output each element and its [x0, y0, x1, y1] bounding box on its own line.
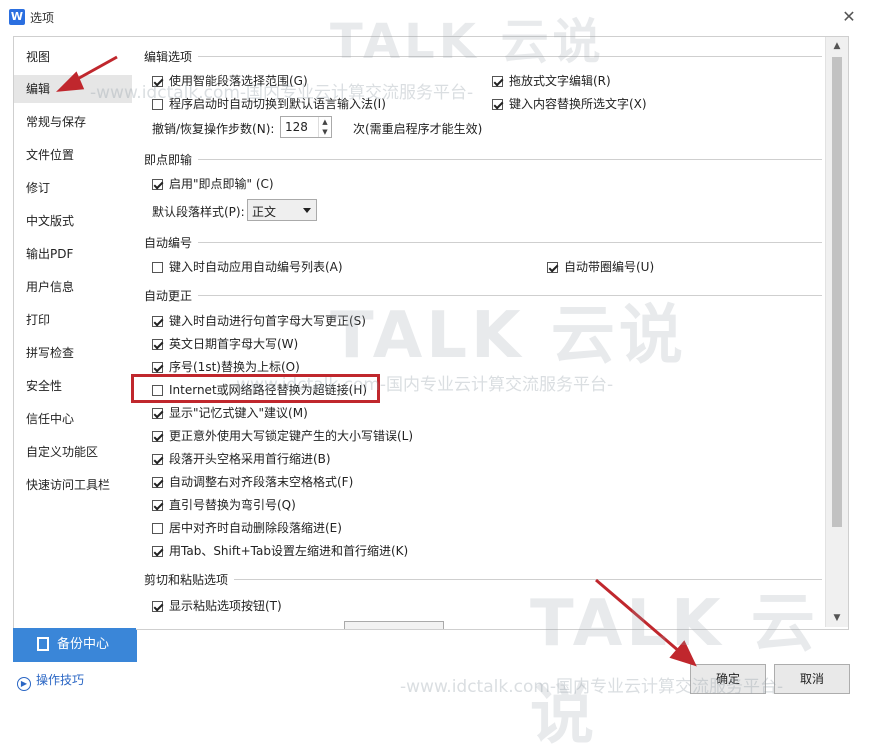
ok-button[interactable]: 确定 — [690, 664, 766, 694]
checkbox[interactable] — [152, 523, 163, 534]
default-style-label: 默认段落样式(P): — [152, 205, 245, 219]
chevron-down-icon — [303, 208, 311, 213]
undo-steps-spinner[interactable]: 128 ▲ ▼ — [280, 116, 332, 138]
close-button[interactable]: ✕ — [838, 6, 860, 28]
checkbox[interactable] — [492, 99, 503, 110]
arrowhead-icon — [669, 640, 697, 667]
opt-autocorrect-item[interactable]: 英文日期首字母大写(W) — [152, 335, 298, 352]
undo-steps-label: 撤销/恢复操作步数(N): — [152, 122, 275, 136]
section-title-auto-correct: 自动更正 — [144, 289, 193, 303]
opt-show-paste-button[interactable]: 显示粘贴选项按钮(T) — [152, 597, 282, 614]
section-divider — [234, 579, 822, 580]
sidebar-item-revision[interactable]: 修订 — [14, 174, 132, 202]
opt-autocorrect-item[interactable]: 自动调整右对齐段落末空格格式(F) — [152, 473, 353, 490]
section-title-paste: 剪切和粘贴选项 — [144, 573, 229, 587]
wps-writer-icon: W — [9, 9, 25, 25]
sidebar-item-export-pdf[interactable]: 输出PDF — [14, 240, 132, 268]
checkbox[interactable] — [152, 362, 163, 373]
section-title-auto-number: 自动编号 — [144, 236, 193, 250]
checkbox[interactable] — [152, 477, 163, 488]
title-bar: W 选项 ✕ — [0, 0, 874, 34]
scroll-down-icon[interactable]: ▼ — [826, 609, 848, 627]
checkbox[interactable] — [152, 546, 163, 557]
checkbox[interactable] — [152, 339, 163, 350]
sidebar-item-print[interactable]: 打印 — [14, 306, 132, 334]
sidebar-item-user-info[interactable]: 用户信息 — [14, 273, 132, 301]
sidebar-item-trust-center[interactable]: 信任中心 — [14, 405, 132, 433]
checkbox[interactable] — [152, 601, 163, 612]
options-content: 编辑选项 使用智能段落选择范围(G) 拖放式文字编辑(R) 程序启动时自动切换到… — [136, 36, 849, 630]
opt-auto-circle-number[interactable]: 自动带圈编号(U) — [547, 258, 654, 275]
checkbox[interactable] — [547, 262, 558, 273]
opt-auto-number-list[interactable]: 键入时自动应用自动编号列表(A) — [152, 258, 343, 275]
opt-smart-paragraph[interactable]: 使用智能段落选择范围(G) — [152, 72, 308, 89]
checkbox[interactable] — [152, 99, 163, 110]
opt-autocorrect-item[interactable]: 显示"记忆式键入"建议(M) — [152, 404, 308, 421]
default-style-value: 正文 — [252, 205, 277, 219]
sidebar-item-general-save[interactable]: 常规与保存 — [14, 108, 132, 136]
section-divider — [198, 242, 822, 243]
backup-center-button[interactable]: 备份中心 — [13, 628, 137, 662]
section-title-click-type: 即点即输 — [144, 153, 193, 167]
backup-icon — [37, 637, 49, 651]
window-title: 选项 — [30, 11, 55, 25]
section-divider — [198, 56, 822, 57]
sidebar-item-customize-ribbon[interactable]: 自定义功能区 — [14, 438, 132, 466]
cancel-button[interactable]: 取消 — [774, 664, 850, 694]
annotation-highlight-box — [131, 374, 380, 403]
opt-auto-ime[interactable]: 程序启动时自动切换到默认语言输入法(I) — [152, 95, 386, 112]
partial-control[interactable] — [344, 621, 444, 629]
sidebar-item-file-location[interactable]: 文件位置 — [14, 141, 132, 169]
opt-autocorrect-item[interactable]: 段落开头空格采用首行缩进(B) — [152, 450, 331, 467]
options-sidebar: 视图 编辑 常规与保存 文件位置 修订 中文版式 输出PDF 用户信息 打印 拼… — [13, 36, 137, 630]
checkbox[interactable] — [152, 454, 163, 465]
content-scrollbar[interactable]: ▲ ▼ — [825, 37, 848, 627]
checkbox[interactable] — [152, 262, 163, 273]
undo-steps-suffix: 次(需重启程序才能生效) — [353, 122, 483, 136]
opt-drag-text[interactable]: 拖放式文字编辑(R) — [492, 72, 611, 89]
undo-steps-value: 128 — [285, 120, 308, 134]
section-divider — [198, 295, 822, 296]
checkbox[interactable] — [152, 179, 163, 190]
sidebar-item-view[interactable]: 视图 — [14, 43, 132, 71]
checkbox[interactable] — [152, 408, 163, 419]
backup-center-label: 备份中心 — [57, 637, 110, 652]
scroll-up-icon[interactable]: ▲ — [826, 37, 848, 55]
section-title-edit: 编辑选项 — [144, 50, 193, 64]
sidebar-item-quick-access[interactable]: 快速访问工具栏 — [14, 471, 132, 499]
opt-autocorrect-item[interactable]: 键入时自动进行句首字母大写更正(S) — [152, 312, 366, 329]
section-divider — [198, 159, 822, 160]
sidebar-item-chinese-layout[interactable]: 中文版式 — [14, 207, 132, 235]
spinner-arrows-icon[interactable]: ▲ ▼ — [318, 117, 331, 137]
sidebar-item-spell-check[interactable]: 拼写检查 — [14, 339, 132, 367]
opt-click-and-type[interactable]: 启用"即点即输" (C) — [152, 175, 274, 192]
opt-autocorrect-item[interactable]: 更正意外使用大写锁定键产生的大小写错误(L) — [152, 427, 413, 444]
checkbox[interactable] — [152, 500, 163, 511]
sidebar-item-security[interactable]: 安全性 — [14, 372, 132, 400]
opt-autocorrect-item[interactable]: 序号(1st)替换为上标(O) — [152, 358, 300, 375]
default-style-select[interactable]: 正文 — [247, 199, 317, 221]
scroll-thumb[interactable] — [832, 57, 842, 527]
tips-link[interactable]: ▶ 操作技巧 — [17, 671, 84, 691]
checkbox[interactable] — [152, 431, 163, 442]
checkbox[interactable] — [492, 76, 503, 87]
tips-label: 操作技巧 — [36, 673, 85, 687]
play-circle-icon: ▶ — [17, 677, 31, 691]
opt-autocorrect-item[interactable]: 直引号替换为弯引号(Q) — [152, 496, 296, 513]
opt-autocorrect-item[interactable]: 用Tab、Shift+Tab设置左缩进和首行缩进(K) — [152, 542, 408, 559]
checkbox[interactable] — [152, 76, 163, 87]
opt-replace-selection[interactable]: 键入内容替换所选文字(X) — [492, 95, 647, 112]
checkbox[interactable] — [152, 316, 163, 327]
sidebar-item-edit[interactable]: 编辑 — [14, 75, 132, 103]
opt-autocorrect-item[interactable]: 居中对齐时自动删除段落缩进(E) — [152, 519, 342, 536]
